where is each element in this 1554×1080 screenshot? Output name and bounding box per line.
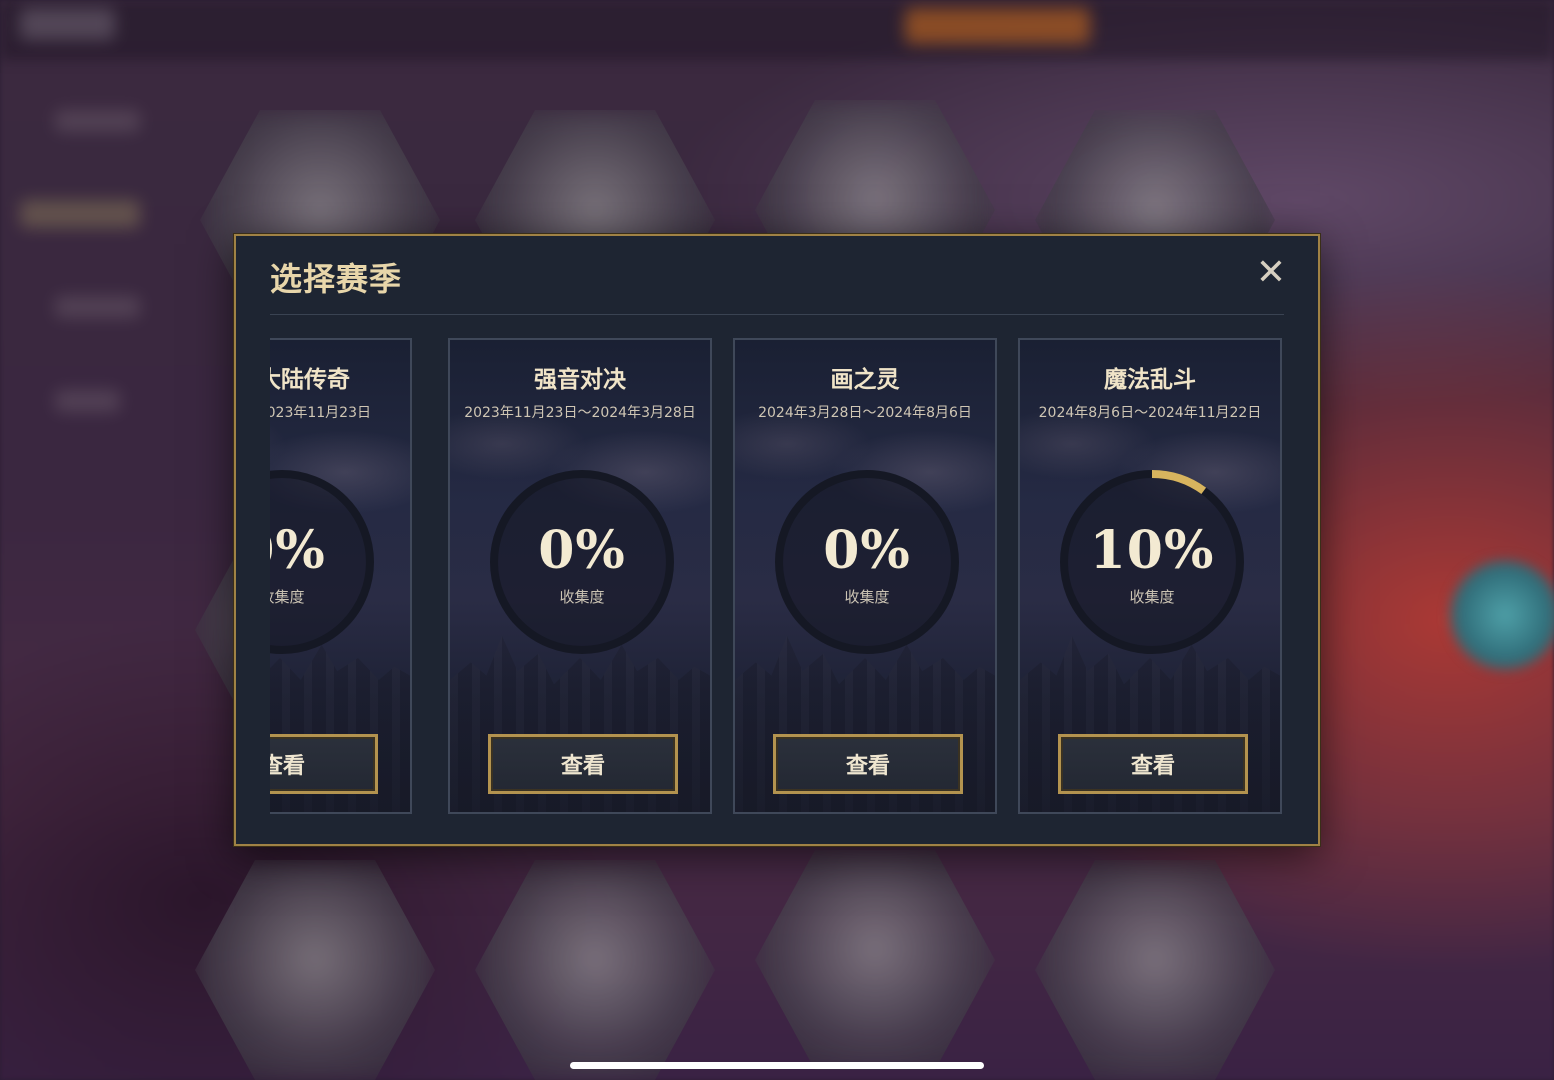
season-name: 大陆传奇 [270, 367, 350, 393]
view-season-button[interactable]: 查看 [1058, 734, 1248, 794]
background-blob [20, 200, 140, 228]
background-blob [55, 110, 140, 132]
background-blob [905, 8, 1090, 44]
season-carousel[interactable]: 大陆传奇 8月17日～2023年11月23日 0% 收集度 查看 强音对决 20… [270, 338, 1286, 818]
season-dates: 2024年8月6日～2024年11月22日 [1038, 405, 1262, 421]
background-top-bar [0, 0, 1554, 60]
season-name: 魔法乱斗 [1104, 367, 1196, 393]
collection-label: 收集度 [270, 588, 305, 606]
season-dates: 8月17日～2023年11月23日 [270, 405, 371, 421]
collection-percent: 0% [538, 520, 626, 581]
season-card[interactable]: 魔法乱斗 2024年8月6日～2024年11月22日 10% 收集度 查看 [1018, 338, 1282, 814]
close-icon[interactable]: ✕ [1254, 255, 1288, 291]
season-name: 强音对决 [534, 367, 626, 393]
collection-percent: 10% [1089, 520, 1215, 581]
collection-progress-ring: 0% 收集度 [486, 466, 678, 658]
season-card[interactable]: 大陆传奇 8月17日～2023年11月23日 0% 收集度 查看 [270, 338, 412, 814]
collection-progress-ring: 0% 收集度 [270, 466, 378, 658]
collection-label: 收集度 [844, 588, 890, 606]
background-blob [55, 296, 140, 318]
season-card[interactable]: 强音对决 2023年11月23日～2024年3月28日 0% 收集度 查看 [448, 338, 712, 814]
collection-progress-ring: 0% 收集度 [771, 466, 963, 658]
season-card[interactable]: 画之灵 2024年3月28日～2024年8月6日 0% 收集度 查看 [733, 338, 997, 814]
background-badge [1450, 560, 1554, 670]
title-divider [270, 314, 1284, 315]
collection-label: 收集度 [559, 588, 605, 606]
season-name: 画之灵 [830, 367, 900, 393]
view-season-button[interactable]: 查看 [270, 734, 378, 794]
view-season-button[interactable]: 查看 [773, 734, 963, 794]
background-blob [20, 8, 115, 40]
collection-label: 收集度 [1129, 588, 1175, 606]
home-indicator[interactable] [570, 1062, 984, 1069]
background-blob [55, 390, 120, 412]
season-select-dialog: 选择赛季 ✕ 大陆传奇 8月17日～2023年11月23日 0% 收集度 查看 … [234, 234, 1320, 846]
collection-percent: 0% [270, 520, 326, 581]
view-season-button[interactable]: 查看 [488, 734, 678, 794]
collection-percent: 0% [823, 520, 911, 581]
dialog-title: 选择赛季 [270, 260, 403, 298]
season-dates: 2024年3月28日～2024年8月6日 [758, 405, 972, 421]
collection-progress-ring: 10% 收集度 [1056, 466, 1248, 658]
season-dates: 2023年11月23日～2024年3月28日 [464, 405, 696, 421]
